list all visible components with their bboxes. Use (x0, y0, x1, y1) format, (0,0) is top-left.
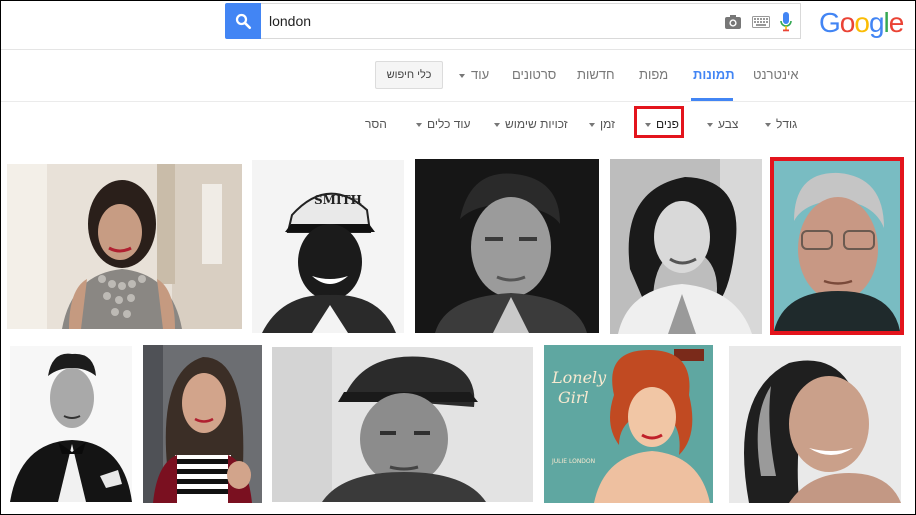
tab-more[interactable]: עוד (459, 67, 489, 82)
filter-more-tools[interactable]: עוד כלים (416, 117, 471, 131)
microphone-icon[interactable] (780, 12, 792, 32)
image-result[interactable]: SMITH (252, 160, 404, 333)
chevron-down-icon (765, 122, 771, 127)
logo-letter: o (854, 7, 870, 38)
tab-videos[interactable]: סרטונים (512, 67, 556, 82)
image-result[interactable] (143, 345, 262, 503)
tab-web[interactable]: אינטרנט (753, 67, 799, 82)
keyboard-icon[interactable] (752, 16, 770, 28)
clear-filters-link[interactable]: הסר (365, 117, 387, 131)
man-flat-cap-photo (272, 347, 533, 502)
image-filters: גודל צבע פנים זמן זכויות שימוש עוד כלים … (1, 102, 915, 146)
logo-letter: e (888, 7, 905, 38)
image-result[interactable] (610, 159, 762, 334)
chevron-down-icon (459, 73, 465, 78)
svg-text:SMITH: SMITH (314, 193, 362, 207)
image-result[interactable]: Lonely Girl JULIE LONDON (544, 345, 713, 503)
chevron-down-icon (589, 122, 595, 127)
woman-striped-top-photo (143, 345, 262, 503)
search-input[interactable] (269, 4, 709, 38)
google-logo[interactable]: Google (819, 7, 905, 39)
man-portrait-bw-photo (415, 159, 599, 333)
filter-more-tools-label: עוד כלים (427, 117, 471, 131)
album-title-line1: Lonely (551, 368, 607, 387)
search-box (261, 3, 801, 39)
chevron-down-icon (494, 122, 500, 127)
search-icon (235, 13, 252, 30)
tab-news[interactable]: חדשות (577, 67, 615, 82)
filter-color-label: צבע (718, 117, 739, 131)
search-header: Google (1, 1, 915, 50)
filter-size[interactable]: גודל (765, 117, 797, 131)
man-cap-photo: SMITH (252, 160, 404, 333)
chevron-down-icon (416, 122, 422, 127)
logo-letter: G (819, 7, 841, 38)
filter-size-label: גודל (776, 117, 798, 131)
filter-time-label: זמן (600, 117, 615, 131)
logo-letter: o (839, 7, 856, 38)
woman-portrait-bw-photo (610, 159, 762, 334)
album-cover-photo: Lonely Girl JULIE LONDON (544, 345, 713, 503)
faces-filter-highlight (634, 106, 684, 138)
filter-time[interactable]: זמן (589, 117, 615, 131)
filter-usage-rights-label: זכויות שימוש (505, 117, 568, 131)
filter-usage-rights[interactable]: זכויות שימוש (494, 117, 568, 131)
search-tools-button[interactable]: כלי חיפוש (375, 61, 443, 89)
man-glasses-photo (774, 161, 900, 331)
album-title-line2: Girl (558, 388, 589, 407)
image-result[interactable] (10, 346, 132, 502)
woman-smiling-photo (729, 346, 901, 503)
logo-letter: g (868, 7, 885, 38)
tab-maps[interactable]: מפות (639, 67, 668, 82)
camera-icon[interactable] (724, 14, 742, 30)
search-button[interactable] (225, 3, 261, 39)
image-result[interactable] (729, 346, 901, 503)
image-result[interactable] (415, 159, 599, 333)
tab-images[interactable]: תמונות (693, 67, 735, 82)
filter-color[interactable]: צבע (707, 117, 738, 131)
album-artist: JULIE LONDON (551, 458, 595, 465)
chevron-down-icon (707, 122, 713, 127)
browser-page: Google אינטרנט תמונות מפות חדשות סרטונים… (0, 0, 916, 515)
image-result-selected[interactable] (774, 161, 900, 331)
active-tab-indicator (691, 98, 733, 101)
woman-jewelry-photo (7, 164, 242, 329)
image-result[interactable] (272, 347, 533, 502)
tab-more-label: עוד (471, 67, 490, 82)
image-result[interactable] (7, 164, 242, 329)
search-tabs: אינטרנט תמונות מפות חדשות סרטונים עוד כל… (1, 49, 915, 102)
man-tuxedo-photo (10, 346, 132, 502)
